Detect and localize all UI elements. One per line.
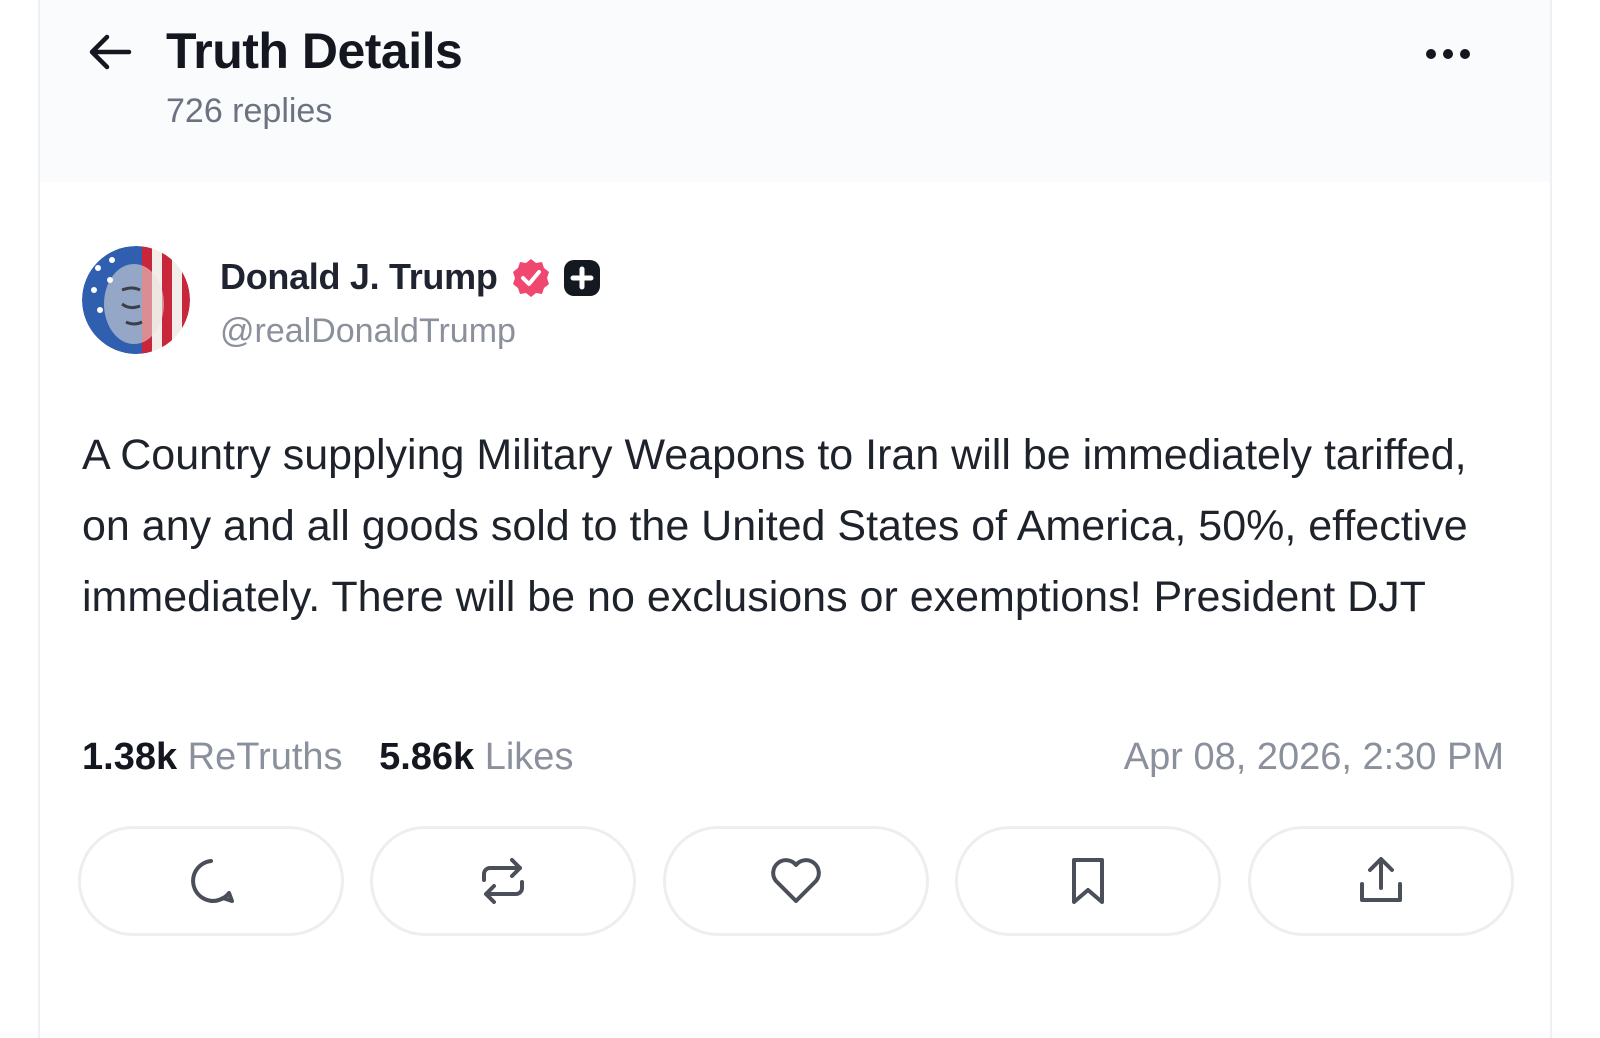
retruth-button[interactable]	[370, 826, 636, 936]
share-icon	[1360, 857, 1402, 902]
post-text: A Country supplying Military Weapons to …	[82, 431, 1468, 621]
more-dot	[1443, 49, 1453, 59]
page-header: Truth Details 726 replies	[40, 0, 1550, 182]
author-name[interactable]: Donald J. Trump	[220, 256, 498, 298]
back-button[interactable]	[86, 28, 134, 76]
likes-stat[interactable]: 5.86k Likes	[379, 736, 573, 779]
author-handle[interactable]: @realDonaldTrump	[220, 312, 516, 351]
bookmark-button[interactable]	[955, 826, 1221, 936]
post-detail-panel: Truth Details 726 replies Donald J. Trum…	[38, 0, 1552, 1038]
retruths-stat[interactable]: 1.38k ReTruths	[82, 736, 343, 779]
reply-button[interactable]	[78, 826, 344, 936]
avatar[interactable]	[82, 246, 190, 354]
more-horizontal-icon	[1426, 49, 1436, 59]
likes-label: Likes	[484, 736, 574, 778]
more-options-button[interactable]	[1412, 30, 1484, 78]
avatar-image	[82, 246, 190, 354]
truth-plus-badge-icon	[564, 260, 600, 296]
page-title: Truth Details	[166, 23, 463, 79]
retruth-icon	[482, 858, 524, 904]
action-bar	[78, 826, 1514, 938]
heart-icon	[771, 858, 821, 903]
more-dot	[1460, 49, 1470, 59]
bookmark-icon	[1072, 858, 1104, 904]
post-stats: 1.38k ReTruths 5.86k Likes	[82, 736, 599, 779]
like-button[interactable]	[663, 826, 929, 936]
arrow-left-icon	[89, 34, 132, 70]
retruths-label: ReTruths	[187, 736, 343, 778]
verified-badge-icon	[513, 259, 549, 297]
likes-count: 5.86k	[379, 736, 475, 778]
share-button[interactable]	[1248, 826, 1514, 936]
post-timestamp: Apr 08, 2026, 2:30 PM	[1123, 736, 1504, 778]
retruths-count: 1.38k	[82, 736, 178, 778]
reply-count: 726 replies	[166, 92, 333, 130]
reply-icon	[191, 859, 234, 904]
